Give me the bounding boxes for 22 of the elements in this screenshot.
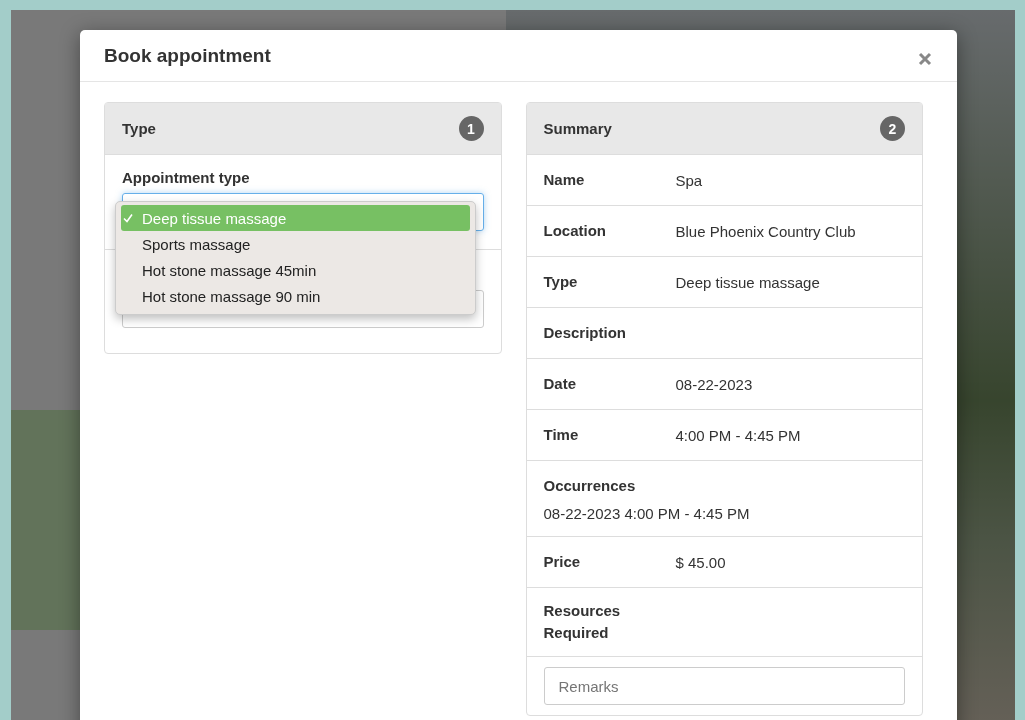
step-badge: 2 (880, 116, 905, 141)
summary-value: Spa (675, 171, 703, 189)
modal-title: Book appointment (104, 44, 271, 67)
summary-label: Location (543, 221, 607, 241)
summary-label: Resources Required (543, 601, 622, 643)
summary-value: Deep tissue massage (675, 273, 820, 291)
summary-label: Description (543, 323, 627, 343)
summary-value: 08-22-2023 4:00 PM - 4:45 PM (543, 505, 751, 522)
panel-title: Summary (543, 120, 612, 137)
field-label: Appointment type (122, 169, 251, 186)
summary-value: 08-22-2023 (675, 375, 753, 393)
summary-label: Time (543, 425, 580, 445)
summary-value: Blue Phoenix Country Club (675, 222, 856, 240)
summary-label: Price (543, 552, 582, 572)
summary-label: Date (543, 374, 577, 394)
summary-label: Name (543, 170, 586, 190)
summary-value: 4:00 PM - 4:45 PM (675, 426, 801, 444)
summary-label: Occurrences (543, 477, 637, 494)
panel-title: Type (122, 120, 156, 137)
summary-value: $ 45.00 (675, 553, 726, 571)
step-badge: 1 (458, 116, 484, 141)
summary-label: Type (543, 272, 579, 292)
